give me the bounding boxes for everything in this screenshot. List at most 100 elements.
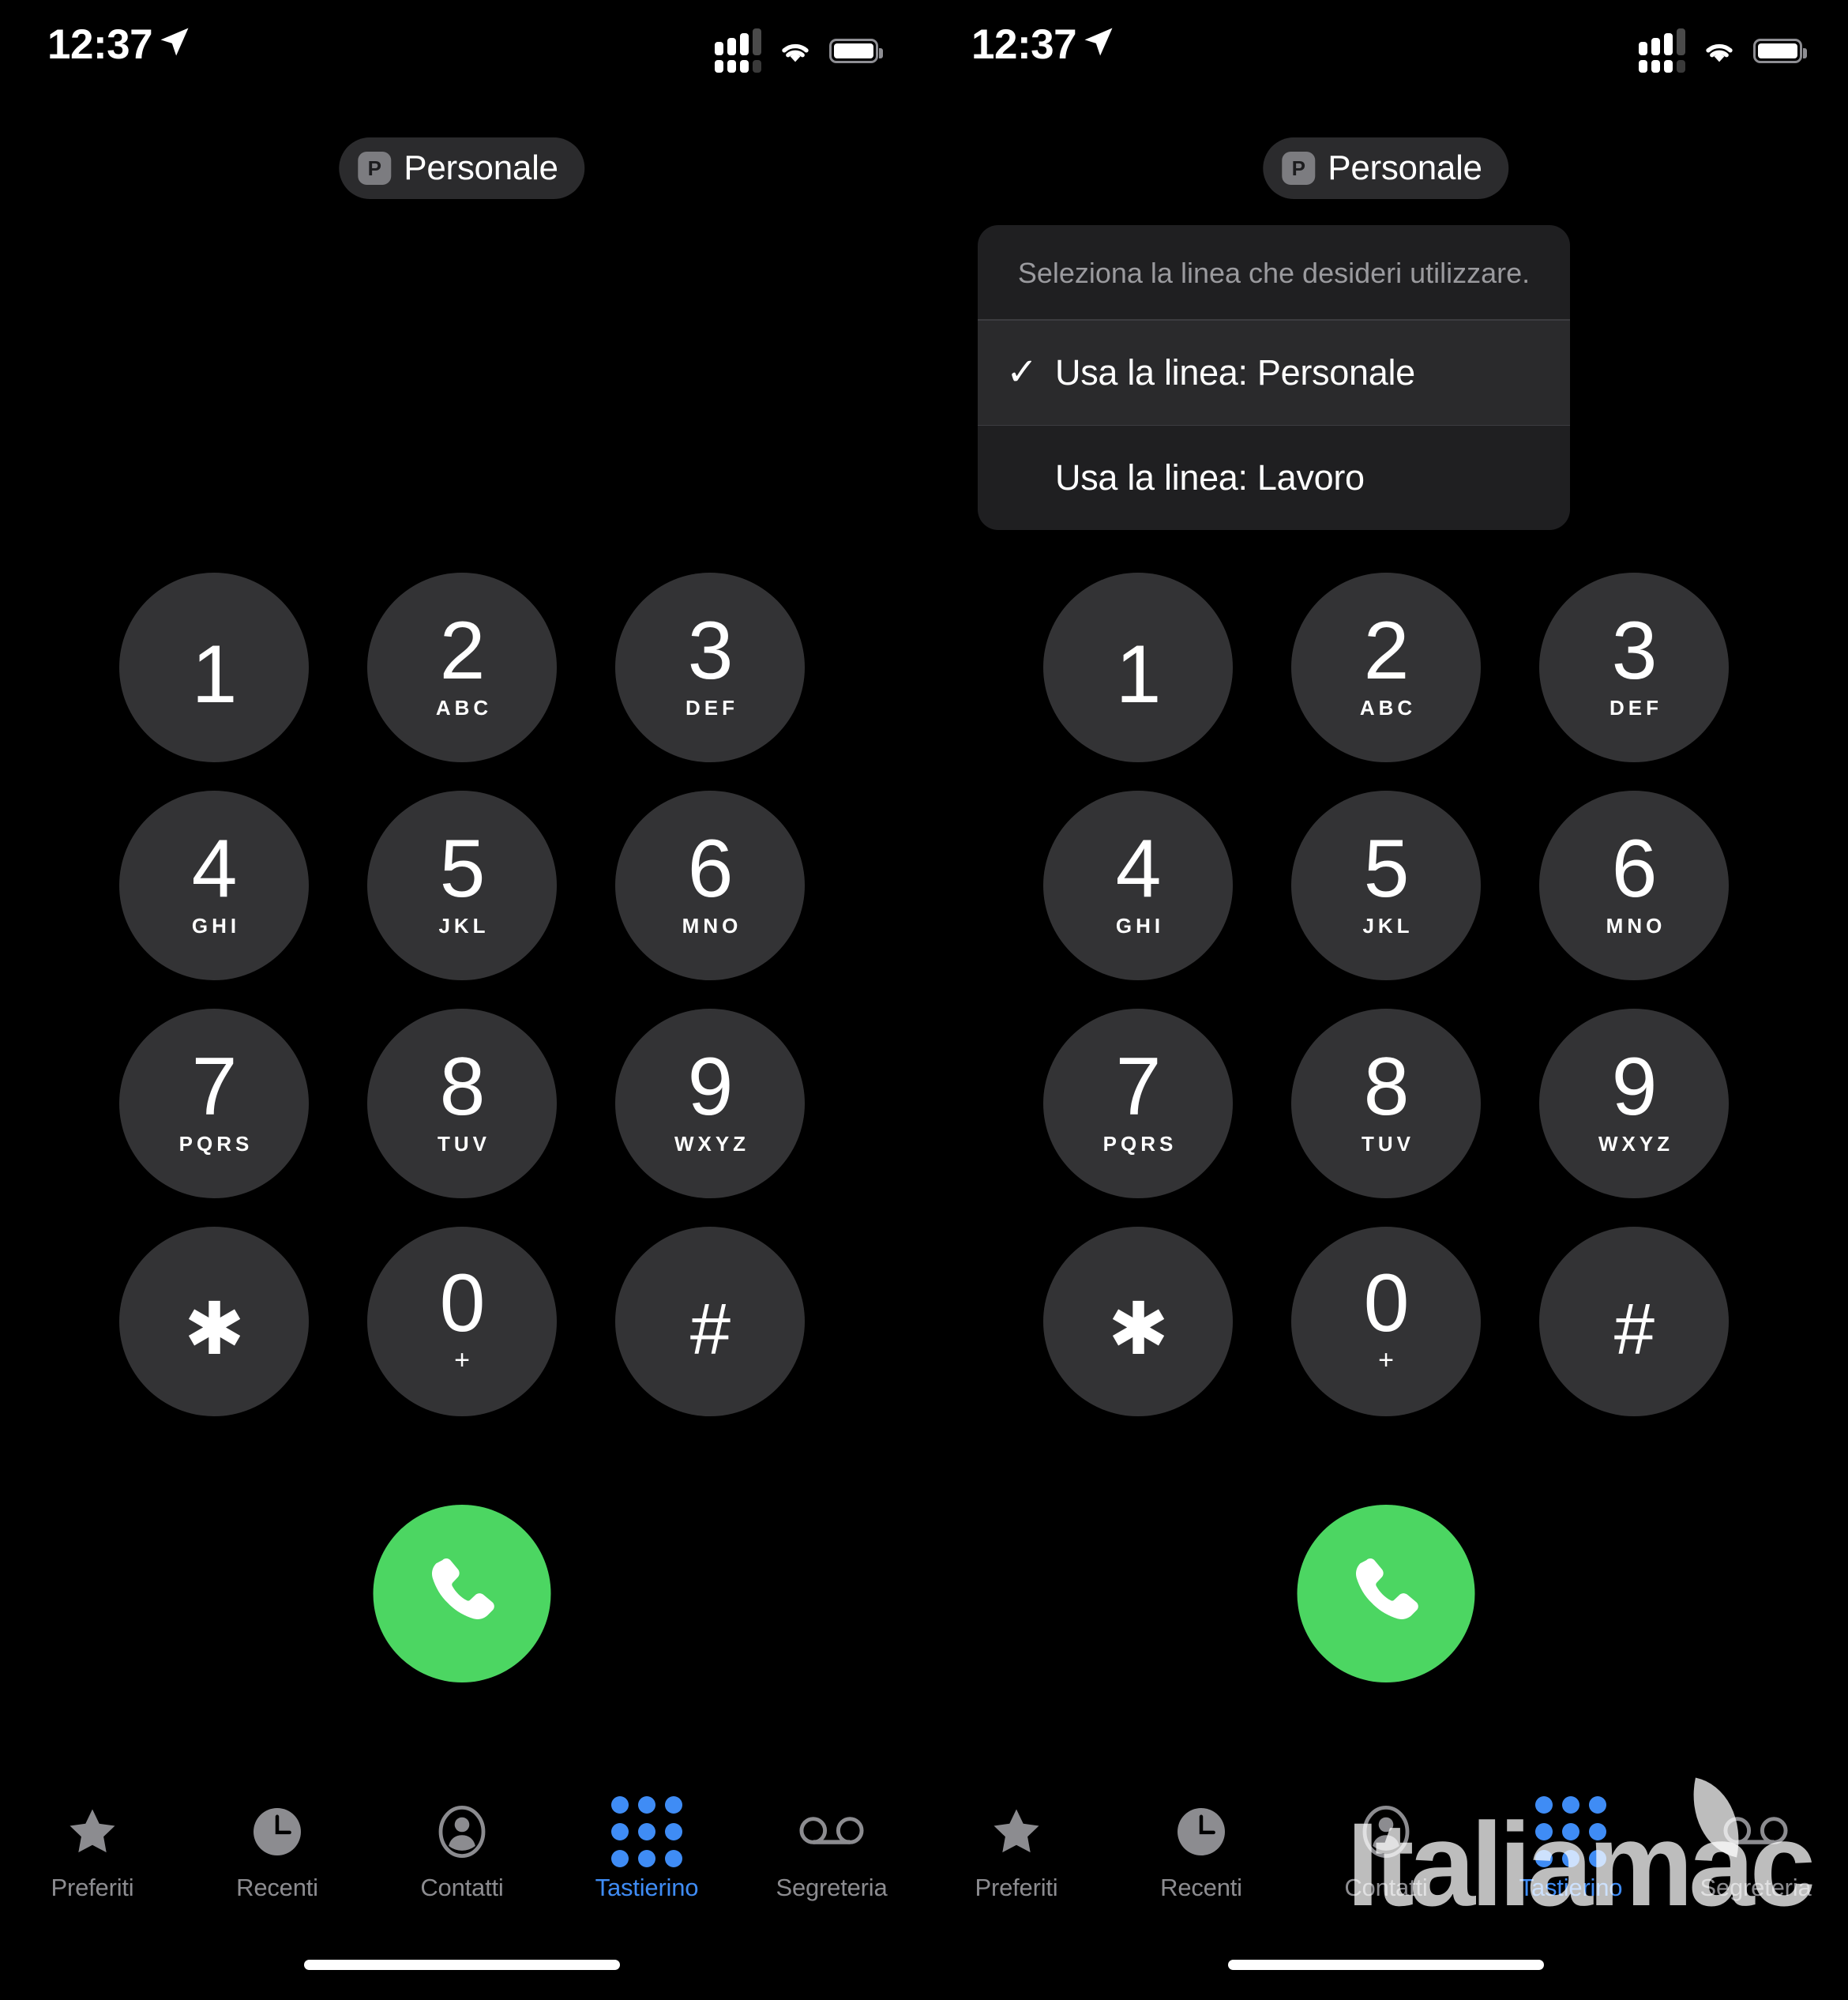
call-button[interactable] [373, 1505, 551, 1682]
key-digit: 8 [439, 1040, 486, 1133]
tab-tastierino[interactable]: Tastierino [1478, 1796, 1663, 1902]
line-pill-label: Personale [404, 148, 558, 187]
key-letters: JKL [438, 914, 490, 938]
key-9[interactable]: 9 WXYZ [615, 1009, 805, 1198]
key-8[interactable]: 8 TUV [1291, 1009, 1481, 1198]
key-3[interactable]: 3 DEF [1539, 573, 1729, 762]
key-0[interactable]: 0 + [367, 1227, 557, 1416]
key-digit: 0 [439, 1257, 486, 1349]
key-2[interactable]: 2 ABC [1291, 573, 1481, 762]
tab-preferiti[interactable]: Preferiti [924, 1801, 1109, 1902]
tab-label: Recenti [236, 1874, 318, 1901]
tab-segreteria[interactable]: Segreteria [1663, 1801, 1848, 1902]
key-letters: WXYZ [674, 1132, 750, 1156]
star-icon [64, 1801, 121, 1863]
key-digit: 7 [191, 1040, 238, 1133]
key-letters: DEF [1609, 696, 1662, 720]
key-5[interactable]: 5 JKL [367, 791, 557, 980]
phone-icon [431, 1558, 494, 1619]
key-digit: # [689, 1288, 731, 1370]
screenshot-stage: 12:37 P Personale 1 2 ABC 3 DEF 4 GHI 5 … [0, 0, 1848, 2000]
tab-contatti[interactable]: Contatti [370, 1801, 554, 1902]
home-indicator[interactable] [1228, 1960, 1544, 1970]
tab-preferiti[interactable]: Preferiti [0, 1801, 185, 1902]
star-icon [988, 1801, 1045, 1863]
call-button[interactable] [1297, 1505, 1475, 1682]
line-badge-icon: P [1282, 152, 1316, 185]
key-asterisk[interactable]: ✱ [1043, 1227, 1233, 1416]
status-bar-indicators [1639, 28, 1807, 73]
status-bar: 12:37 [924, 0, 1848, 87]
key-1[interactable]: 1 [119, 573, 309, 762]
tab-bar: Preferiti Recenti Contatti Tastierino Se… [924, 1796, 1848, 1902]
keypad-icon [1535, 1796, 1606, 1867]
tab-label: Contatti [420, 1874, 504, 1901]
dual-sim-signal-icon [1639, 28, 1685, 73]
action-sheet-item-lavoro[interactable]: ✓ Usa la linea: Lavoro [978, 426, 1570, 530]
key-9[interactable]: 9 WXYZ [1539, 1009, 1729, 1198]
key-0[interactable]: 0 + [1291, 1227, 1481, 1416]
key-digit: 4 [1115, 822, 1162, 915]
key-hash[interactable]: # [1539, 1227, 1729, 1416]
key-digit: 3 [687, 604, 734, 697]
tab-recenti[interactable]: Recenti [185, 1801, 370, 1902]
dial-keypad: 1 2 ABC 3 DEF 4 GHI 5 JKL 6 MNO 7 PQRS 8… [924, 573, 1848, 1416]
dual-sim-signal-icon [715, 28, 761, 73]
key-7[interactable]: 7 PQRS [119, 1009, 309, 1198]
key-2[interactable]: 2 ABC [367, 573, 557, 762]
key-digit: 4 [191, 822, 238, 915]
tab-contatti[interactable]: Contatti [1294, 1801, 1478, 1902]
checkmark-icon: ✓ [1006, 351, 1038, 393]
key-6[interactable]: 6 MNO [615, 791, 805, 980]
wifi-icon [1706, 43, 1733, 62]
tab-segreteria[interactable]: Segreteria [739, 1801, 924, 1902]
tab-recenti[interactable]: Recenti [1109, 1801, 1294, 1902]
tab-label: Recenti [1160, 1874, 1242, 1901]
home-indicator[interactable] [304, 1960, 620, 1970]
tab-label: Segreteria [1700, 1874, 1812, 1901]
key-asterisk[interactable]: ✱ [119, 1227, 309, 1416]
key-letters: DEF [685, 696, 738, 720]
key-1[interactable]: 1 [1043, 573, 1233, 762]
tab-label: Tastierino [595, 1874, 699, 1901]
key-letters: JKL [1362, 914, 1414, 938]
clock-icon [249, 1801, 306, 1863]
key-digit: ✱ [1107, 1288, 1169, 1370]
key-letters: ABC [1359, 696, 1417, 720]
location-arrow-icon [158, 25, 191, 58]
key-digit: 5 [439, 822, 486, 915]
key-4[interactable]: 4 GHI [119, 791, 309, 980]
key-3[interactable]: 3 DEF [615, 573, 805, 762]
key-letters: PQRS [1102, 1132, 1178, 1156]
status-bar: 12:37 [0, 0, 924, 87]
key-8[interactable]: 8 TUV [367, 1009, 557, 1198]
tab-label: Contatti [1344, 1874, 1428, 1901]
key-letters: GHI [191, 914, 241, 938]
key-hash[interactable]: # [615, 1227, 805, 1416]
person-icon [434, 1801, 490, 1863]
action-sheet-title: Seleziona la linea che desideri utilizza… [1017, 257, 1531, 289]
phone-panel-left: 12:37 P Personale 1 2 ABC 3 DEF 4 GHI 5 … [0, 0, 924, 2000]
key-digit: 1 [191, 629, 238, 721]
phone-panel-right: 12:37 P Personale Seleziona la linea che… [924, 0, 1848, 2000]
line-selector-pill[interactable]: P Personale [339, 137, 585, 199]
key-letters: ABC [435, 696, 493, 720]
tab-label: Preferiti [51, 1874, 134, 1901]
action-sheet-item-label: Usa la linea: Lavoro [1055, 457, 1365, 498]
tab-label: Preferiti [975, 1874, 1058, 1901]
tab-tastierino[interactable]: Tastierino [554, 1796, 739, 1902]
key-digit: 3 [1611, 604, 1658, 697]
key-letters: MNO [682, 914, 742, 938]
keypad-icon [611, 1796, 682, 1867]
key-6[interactable]: 6 MNO [1539, 791, 1729, 980]
line-selector-pill[interactable]: P Personale [1263, 137, 1509, 199]
key-digit: 1 [1115, 629, 1162, 721]
action-sheet-item-personale[interactable]: ✓ Usa la linea: Personale [978, 320, 1570, 425]
key-digit: 2 [1363, 604, 1410, 697]
key-4[interactable]: 4 GHI [1043, 791, 1233, 980]
person-icon [1358, 1801, 1414, 1863]
key-7[interactable]: 7 PQRS [1043, 1009, 1233, 1198]
key-letters: MNO [1606, 914, 1666, 938]
key-5[interactable]: 5 JKL [1291, 791, 1481, 980]
action-sheet-item-label: Usa la linea: Personale [1055, 352, 1415, 393]
